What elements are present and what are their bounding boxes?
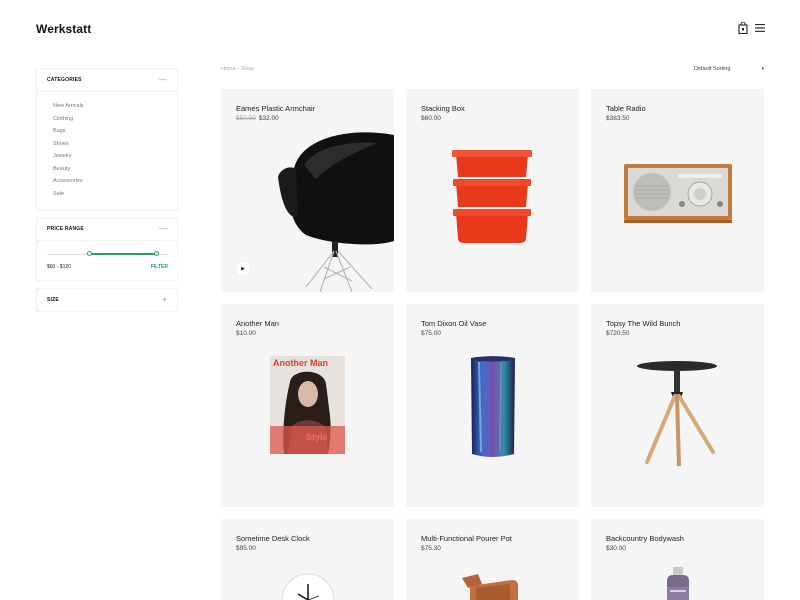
size-panel: SIZE + [36, 288, 178, 312]
product-name[interactable]: Stacking Box [421, 104, 465, 113]
product-name[interactable]: Topsy The Wild Bunch [606, 319, 680, 328]
product-name[interactable]: Sometime Desk Clock [236, 534, 310, 543]
product-price: $75.30 [421, 545, 441, 552]
product-card-stacking-box[interactable]: Stacking Box $60.00 [406, 89, 579, 292]
product-card-bodywash[interactable]: Backcountry Bodywash $30.00 [591, 519, 764, 600]
categories-title: CATEGORIES [47, 77, 82, 83]
product-card-tripod-table[interactable]: Topsy The Wild Bunch $720.50 [591, 304, 764, 507]
sort-dropdown[interactable]: Default Sorting ▾ [694, 66, 764, 72]
breadcrumb: Home - Shop [221, 66, 253, 72]
price-slider-fill [89, 253, 157, 255]
product-card-table-radio[interactable]: Table Radio $383.50 [591, 89, 764, 292]
product-price: $30.00 [606, 545, 626, 552]
desk-clock-image [281, 573, 335, 600]
category-item-new-arrivals[interactable]: New Arrivals [53, 100, 167, 113]
size-title: SIZE [47, 297, 59, 303]
price-min-handle[interactable] [87, 251, 93, 256]
filter-sidebar: CATEGORIES — New Arrivals Clothing Bags … [36, 68, 178, 319]
breadcrumb-home[interactable]: Home [221, 66, 236, 72]
product-name[interactable]: Tom Dixon Oil Vase [421, 319, 486, 328]
size-header[interactable]: SIZE + [37, 289, 177, 311]
category-item-beauty[interactable]: Beauty [53, 163, 167, 176]
collapse-icon[interactable]: — [159, 76, 167, 84]
product-card-pourer-pot[interactable]: Multi-Functional Pourer Pot $75.30 [406, 519, 579, 600]
price-range-label: $60 - $120 [47, 264, 71, 270]
category-item-jewelry[interactable]: Jewelry [53, 150, 167, 163]
oil-vase-image [471, 356, 515, 457]
product-card-oil-vase[interactable]: Tom Dixon Oil Vase $75.00 [406, 304, 579, 507]
product-name[interactable]: Eames Plastic Armchair [236, 104, 315, 113]
product-card-magazine[interactable]: Another Man $10.00 Another Man Style [221, 304, 394, 507]
product-price: $75.00 [421, 330, 441, 337]
product-price: $95.00 [236, 545, 256, 552]
site-header: Werkstatt [0, 0, 800, 60]
product-old-price: $50.00 [236, 115, 256, 122]
product-card-armchair[interactable]: Eames Plastic Armchair $50.00 $32.00 ▶ [221, 89, 394, 292]
categories-header[interactable]: CATEGORIES — [37, 69, 177, 91]
product-name[interactable]: Another Man [236, 319, 279, 328]
shopping-bag-icon[interactable] [738, 22, 748, 34]
category-item-sale[interactable]: Sale [53, 188, 167, 201]
sort-selected: Default Sorting [694, 66, 731, 72]
product-price: $50.00 $32.00 [236, 115, 279, 122]
price-range-panel: PRICE RANGE — $60 - $120 FILTER [36, 217, 178, 281]
play-icon[interactable]: ▶ [236, 262, 250, 276]
price-range-header[interactable]: PRICE RANGE — [37, 218, 177, 240]
price-slider-area: $60 - $120 FILTER [37, 240, 177, 280]
armchair-image [278, 132, 394, 292]
magazine-cover-image: Another Man Style [270, 356, 345, 454]
price-max-handle[interactable] [154, 251, 160, 256]
stacking-box-image [452, 150, 532, 243]
magazine-bottom-text: Style [306, 432, 328, 442]
filter-button[interactable]: FILTER [151, 264, 168, 270]
category-item-clothing[interactable]: Clothing [53, 113, 167, 126]
product-price: $383.50 [606, 115, 630, 122]
table-radio-image [624, 164, 732, 223]
tripod-table-image [637, 361, 717, 466]
collapse-icon[interactable]: — [159, 225, 167, 233]
hamburger-menu-icon[interactable] [755, 24, 765, 32]
product-name[interactable]: Multi-Functional Pourer Pot [421, 534, 512, 543]
product-name[interactable]: Table Radio [606, 104, 646, 113]
magazine-title-text: Another Man [273, 358, 328, 368]
expand-icon[interactable]: + [162, 296, 167, 304]
product-price: $720.50 [606, 330, 630, 337]
chevron-down-icon: ▾ [761, 66, 764, 72]
price-range-title: PRICE RANGE [47, 226, 84, 232]
product-price: $10.00 [236, 330, 256, 337]
product-card-desk-clock[interactable]: Sometime Desk Clock $95.00 [221, 519, 394, 600]
product-sale-price: $32.00 [258, 115, 279, 122]
categories-panel: CATEGORIES — New Arrivals Clothing Bags … [36, 68, 178, 210]
bodywash-bottle-image [667, 567, 689, 600]
category-item-shoes[interactable]: Shoes [53, 138, 167, 151]
breadcrumb-current: Shop [240, 66, 254, 72]
product-name[interactable]: Backcountry Bodywash [606, 534, 684, 543]
category-item-accessories[interactable]: Accessories [53, 175, 167, 188]
product-price: $60.00 [421, 115, 441, 122]
category-list: New Arrivals Clothing Bags Shoes Jewelry… [37, 91, 177, 209]
site-logo[interactable]: Werkstatt [36, 22, 91, 36]
pourer-pot-image [462, 574, 518, 600]
category-item-bags[interactable]: Bags [53, 125, 167, 138]
